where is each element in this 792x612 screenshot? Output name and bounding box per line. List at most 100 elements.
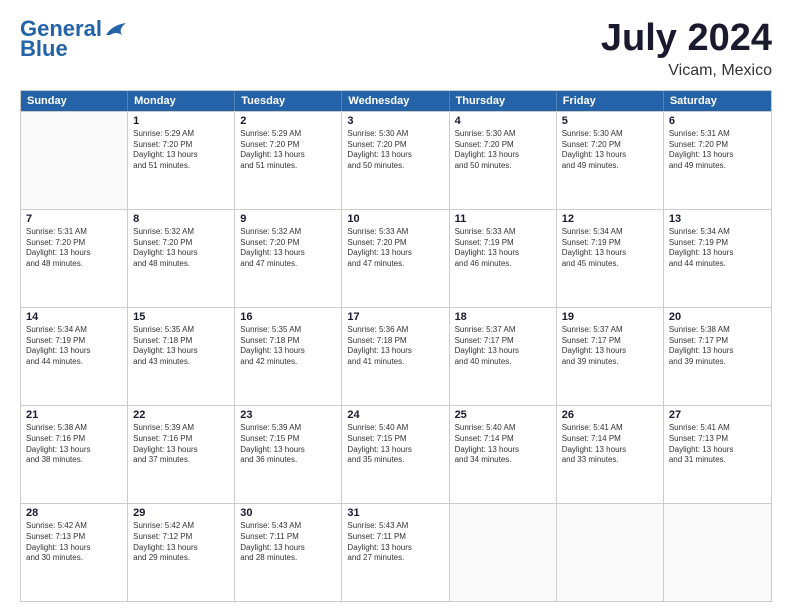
- calendar-cell: 30Sunrise: 5:43 AMSunset: 7:11 PMDayligh…: [235, 504, 342, 601]
- day-number: 5: [562, 115, 658, 127]
- day-number: 9: [240, 213, 336, 225]
- cell-line: Sunset: 7:20 PM: [133, 238, 229, 249]
- cell-line: Sunset: 7:20 PM: [26, 238, 122, 249]
- cell-line: Sunrise: 5:42 AM: [26, 521, 122, 532]
- day-number: 18: [455, 311, 551, 323]
- cell-line: Sunrise: 5:34 AM: [562, 227, 658, 238]
- calendar-cell: 15Sunrise: 5:35 AMSunset: 7:18 PMDayligh…: [128, 308, 235, 405]
- cell-line: Sunset: 7:20 PM: [133, 140, 229, 151]
- cell-line: Sunset: 7:11 PM: [347, 532, 443, 543]
- logo-bird-icon: [104, 21, 126, 39]
- day-number: 23: [240, 409, 336, 421]
- cell-line: Daylight: 13 hours: [26, 346, 122, 357]
- cell-line: Sunrise: 5:29 AM: [240, 129, 336, 140]
- cell-line: Sunrise: 5:38 AM: [26, 423, 122, 434]
- cell-line: and 35 minutes.: [347, 455, 443, 466]
- cell-line: Sunset: 7:15 PM: [347, 434, 443, 445]
- cell-line: Daylight: 13 hours: [455, 150, 551, 161]
- cell-line: Daylight: 13 hours: [26, 543, 122, 554]
- calendar-cell: 7Sunrise: 5:31 AMSunset: 7:20 PMDaylight…: [21, 210, 128, 307]
- calendar-body: 1Sunrise: 5:29 AMSunset: 7:20 PMDaylight…: [21, 111, 771, 601]
- day-number: 4: [455, 115, 551, 127]
- day-number: 22: [133, 409, 229, 421]
- cell-line: Daylight: 13 hours: [562, 150, 658, 161]
- title-block: July 2024 Vicam, Mexico: [601, 18, 772, 80]
- cell-line: and 28 minutes.: [240, 553, 336, 564]
- cell-line: and 48 minutes.: [26, 259, 122, 270]
- header: General Blue July 2024 Vicam, Mexico: [20, 18, 772, 80]
- cell-line: Daylight: 13 hours: [133, 346, 229, 357]
- cell-line: Daylight: 13 hours: [455, 248, 551, 259]
- cell-line: and 40 minutes.: [455, 357, 551, 368]
- cell-line: Sunset: 7:20 PM: [455, 140, 551, 151]
- calendar-cell: 6Sunrise: 5:31 AMSunset: 7:20 PMDaylight…: [664, 112, 771, 209]
- calendar-cell: 28Sunrise: 5:42 AMSunset: 7:13 PMDayligh…: [21, 504, 128, 601]
- cell-line: Sunset: 7:20 PM: [347, 238, 443, 249]
- cell-line: and 43 minutes.: [133, 357, 229, 368]
- cell-line: Daylight: 13 hours: [562, 445, 658, 456]
- cell-line: and 51 minutes.: [133, 161, 229, 172]
- cell-line: Sunrise: 5:43 AM: [347, 521, 443, 532]
- day-number: 31: [347, 507, 443, 519]
- cell-line: and 46 minutes.: [455, 259, 551, 270]
- calendar-cell: 8Sunrise: 5:32 AMSunset: 7:20 PMDaylight…: [128, 210, 235, 307]
- calendar-cell: 24Sunrise: 5:40 AMSunset: 7:15 PMDayligh…: [342, 406, 449, 503]
- day-number: 17: [347, 311, 443, 323]
- calendar-cell: 9Sunrise: 5:32 AMSunset: 7:20 PMDaylight…: [235, 210, 342, 307]
- calendar: SundayMondayTuesdayWednesdayThursdayFrid…: [20, 90, 772, 602]
- cell-line: Sunset: 7:13 PM: [669, 434, 766, 445]
- cell-line: Sunset: 7:16 PM: [133, 434, 229, 445]
- cell-line: and 37 minutes.: [133, 455, 229, 466]
- cell-line: Daylight: 13 hours: [26, 248, 122, 259]
- calendar-cell: 17Sunrise: 5:36 AMSunset: 7:18 PMDayligh…: [342, 308, 449, 405]
- cell-line: and 51 minutes.: [240, 161, 336, 172]
- calendar-cell: 14Sunrise: 5:34 AMSunset: 7:19 PMDayligh…: [21, 308, 128, 405]
- cell-line: Daylight: 13 hours: [133, 248, 229, 259]
- cell-line: and 34 minutes.: [455, 455, 551, 466]
- cell-line: Sunrise: 5:30 AM: [455, 129, 551, 140]
- cell-line: Sunrise: 5:40 AM: [455, 423, 551, 434]
- calendar-cell: 22Sunrise: 5:39 AMSunset: 7:16 PMDayligh…: [128, 406, 235, 503]
- calendar-row: 7Sunrise: 5:31 AMSunset: 7:20 PMDaylight…: [21, 209, 771, 307]
- day-number: 28: [26, 507, 122, 519]
- subtitle: Vicam, Mexico: [601, 62, 772, 80]
- calendar-cell: 27Sunrise: 5:41 AMSunset: 7:13 PMDayligh…: [664, 406, 771, 503]
- cell-line: and 42 minutes.: [240, 357, 336, 368]
- cell-line: Sunset: 7:19 PM: [455, 238, 551, 249]
- calendar-row: 28Sunrise: 5:42 AMSunset: 7:13 PMDayligh…: [21, 503, 771, 601]
- calendar-header-day: Thursday: [450, 91, 557, 111]
- cell-line: Sunrise: 5:35 AM: [240, 325, 336, 336]
- cell-line: Daylight: 13 hours: [455, 445, 551, 456]
- cell-line: Sunset: 7:11 PM: [240, 532, 336, 543]
- cell-line: Sunrise: 5:37 AM: [455, 325, 551, 336]
- cell-line: Daylight: 13 hours: [240, 150, 336, 161]
- day-number: 26: [562, 409, 658, 421]
- calendar-cell: 13Sunrise: 5:34 AMSunset: 7:19 PMDayligh…: [664, 210, 771, 307]
- cell-line: Sunset: 7:18 PM: [133, 336, 229, 347]
- cell-line: Sunrise: 5:32 AM: [133, 227, 229, 238]
- calendar-cell: 10Sunrise: 5:33 AMSunset: 7:20 PMDayligh…: [342, 210, 449, 307]
- calendar-cell: 21Sunrise: 5:38 AMSunset: 7:16 PMDayligh…: [21, 406, 128, 503]
- logo: General Blue: [20, 18, 126, 60]
- cell-line: Daylight: 13 hours: [133, 150, 229, 161]
- day-number: 12: [562, 213, 658, 225]
- cell-line: Daylight: 13 hours: [133, 543, 229, 554]
- cell-line: Daylight: 13 hours: [669, 150, 766, 161]
- cell-line: Sunrise: 5:41 AM: [669, 423, 766, 434]
- calendar-cell: 16Sunrise: 5:35 AMSunset: 7:18 PMDayligh…: [235, 308, 342, 405]
- cell-line: Sunset: 7:20 PM: [240, 238, 336, 249]
- cell-line: and 30 minutes.: [26, 553, 122, 564]
- cell-line: and 27 minutes.: [347, 553, 443, 564]
- cell-line: and 50 minutes.: [347, 161, 443, 172]
- day-number: 1: [133, 115, 229, 127]
- day-number: 11: [455, 213, 551, 225]
- cell-line: Sunset: 7:17 PM: [562, 336, 658, 347]
- cell-line: Sunrise: 5:32 AM: [240, 227, 336, 238]
- cell-line: and 31 minutes.: [669, 455, 766, 466]
- cell-line: Sunset: 7:19 PM: [26, 336, 122, 347]
- cell-line: Sunrise: 5:33 AM: [455, 227, 551, 238]
- cell-line: Daylight: 13 hours: [669, 346, 766, 357]
- cell-line: Sunrise: 5:39 AM: [133, 423, 229, 434]
- main-title: July 2024: [601, 18, 772, 60]
- cell-line: and 39 minutes.: [562, 357, 658, 368]
